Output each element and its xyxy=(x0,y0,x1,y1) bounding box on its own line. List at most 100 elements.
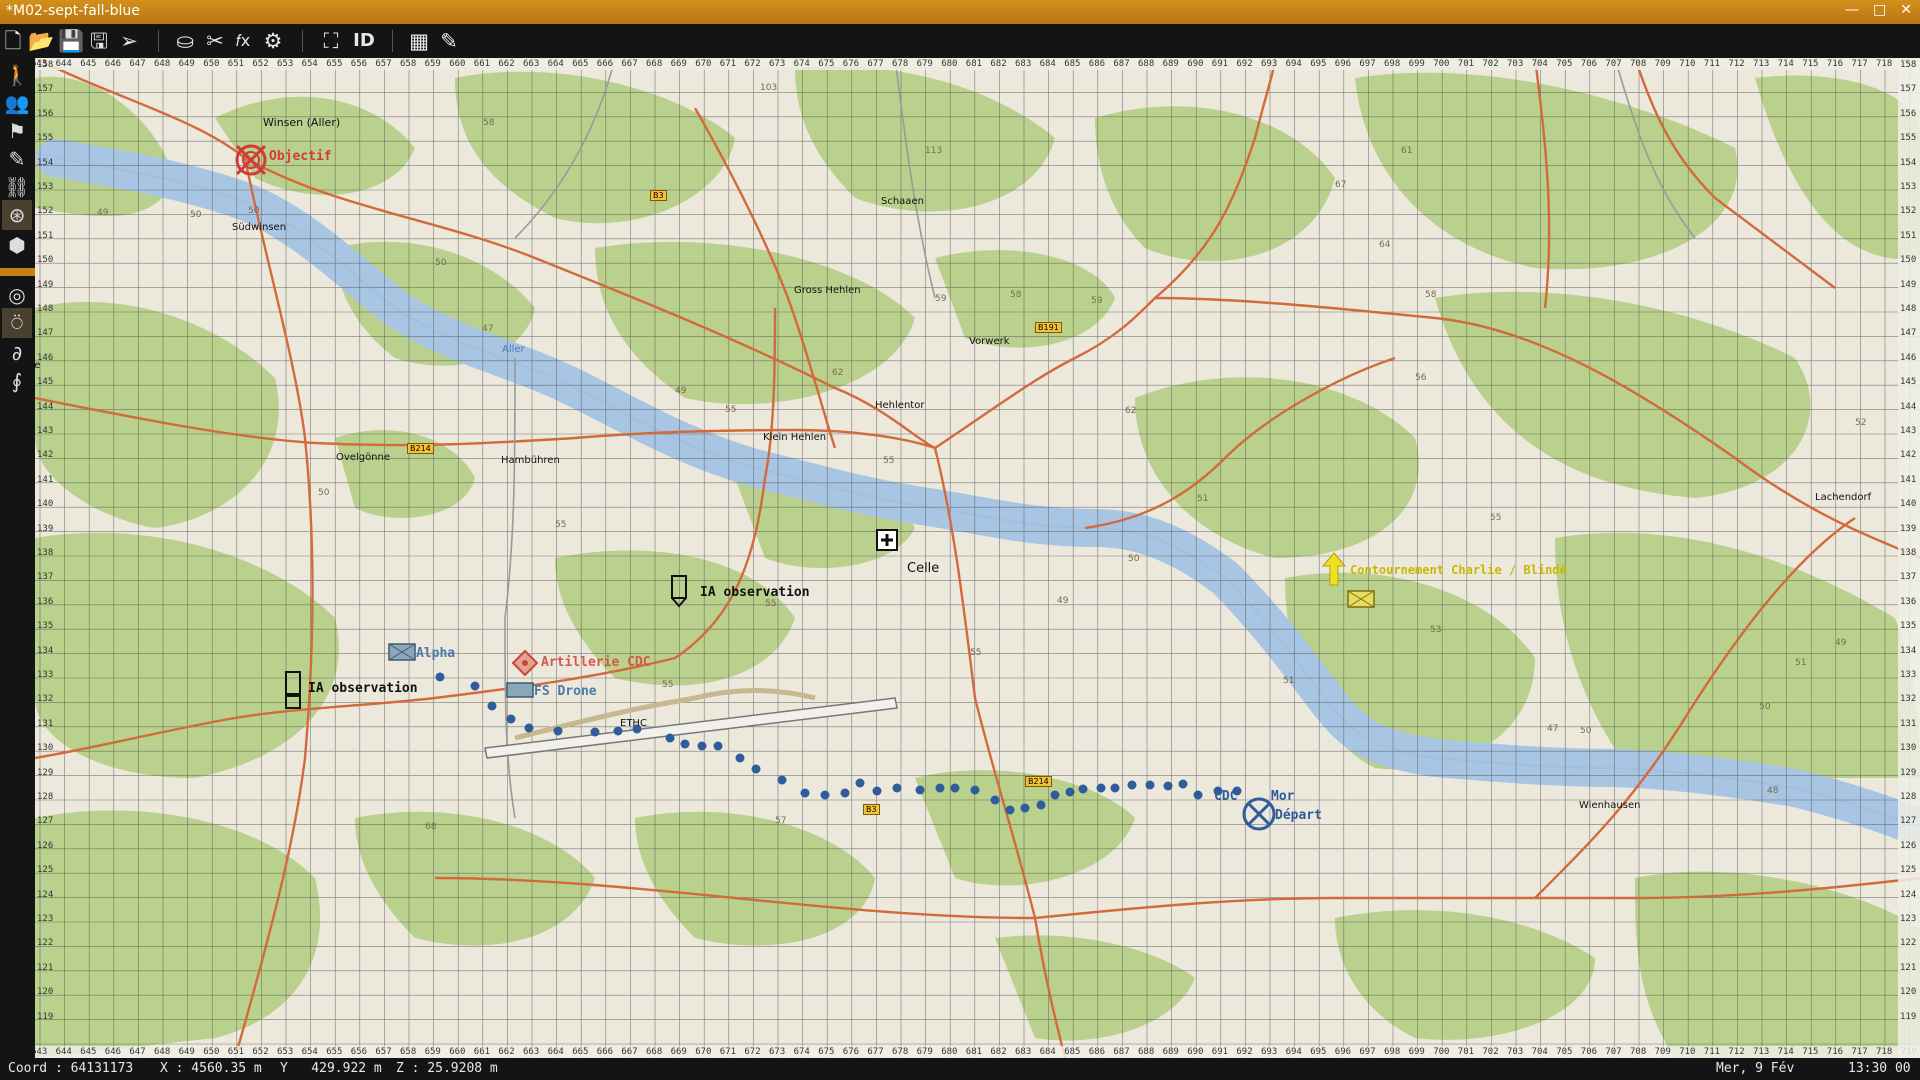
route-waypoint-dot[interactable] xyxy=(590,727,600,737)
objective-marker-icon[interactable] xyxy=(231,140,271,180)
route-waypoint-dot[interactable] xyxy=(872,786,882,796)
armor-unit-marker-icon[interactable] xyxy=(1347,590,1375,608)
route-waypoint-dot[interactable] xyxy=(1145,780,1155,790)
grid-label-right: 145 xyxy=(1900,377,1917,388)
functions-icon[interactable]: 𝑓x xyxy=(230,28,256,54)
grid-label-bottom: 692 xyxy=(1236,1047,1253,1057)
objective-marker-label[interactable]: Objectif xyxy=(269,149,332,164)
route-waypoint-dot[interactable] xyxy=(990,795,1000,805)
depart-marker-label[interactable]: Départ xyxy=(1275,808,1322,823)
route-waypoint-dot[interactable] xyxy=(915,785,925,795)
route-waypoint-dot[interactable] xyxy=(800,788,810,798)
grid-label-left: 131 xyxy=(37,718,53,729)
route-waypoint-dot[interactable] xyxy=(697,741,707,751)
fs-drone-marker-icon[interactable] xyxy=(506,682,534,698)
new-icon[interactable]: 🗋 xyxy=(0,28,26,54)
close-button[interactable]: ✕ xyxy=(1900,2,1912,18)
route-waypoint-dot[interactable] xyxy=(665,733,675,743)
route-waypoint-dot[interactable] xyxy=(1036,800,1046,810)
waypoints-icon[interactable]: ⚑ xyxy=(2,116,32,146)
grid-label-bottom: 660 xyxy=(449,1047,466,1057)
route-waypoint-dot[interactable] xyxy=(735,753,745,763)
route-waypoint-dot[interactable] xyxy=(820,790,830,800)
sync-icon[interactable]: ✎ xyxy=(2,144,32,174)
maximize-button[interactable]: □ xyxy=(1873,2,1886,18)
alpha-unit-label[interactable]: Alpha xyxy=(416,646,455,661)
triggers-icon[interactable]: ⊛ xyxy=(2,200,32,230)
grid-label-bottom: 679 xyxy=(916,1047,933,1057)
route-waypoint-dot[interactable] xyxy=(1078,784,1088,794)
links-icon[interactable]: ⛓ xyxy=(2,172,32,202)
route-waypoint-dot[interactable] xyxy=(435,672,445,682)
grid-label-bottom: 673 xyxy=(769,1047,786,1057)
ia-observation-label-north[interactable]: IA observation xyxy=(700,585,810,600)
grid-label-top: 649 xyxy=(178,59,195,69)
markers-icon[interactable]: ◎ xyxy=(2,280,32,310)
artillery-marker-label[interactable]: Artillerie CDC xyxy=(541,655,651,670)
export-icon[interactable]: ➢ xyxy=(116,28,142,54)
grid-label-top: 677 xyxy=(867,59,884,69)
preview-icon[interactable]: ⛀ xyxy=(172,28,198,54)
elevation-label: 48 xyxy=(1767,786,1779,796)
units-icon[interactable]: 🚶 xyxy=(2,60,32,90)
route-waypoint-dot[interactable] xyxy=(487,701,497,711)
route-waypoint-dot[interactable] xyxy=(524,723,534,733)
settings-icon[interactable]: ⚙ xyxy=(260,28,286,54)
yellow-arrow-marker-icon[interactable] xyxy=(1322,552,1346,586)
elevation-label: 62 xyxy=(832,368,844,378)
save-icon[interactable]: 💾 xyxy=(58,28,84,54)
route-waypoint-dot[interactable] xyxy=(751,764,761,774)
grid-label-left: 135 xyxy=(37,621,53,632)
grid-label-bottom: 651 xyxy=(227,1047,245,1057)
minimize-button[interactable]: — xyxy=(1845,2,1859,18)
artillery-marker-icon[interactable] xyxy=(512,650,538,676)
contournement-marker-label[interactable]: Contournement Charlie / Blindé xyxy=(1350,563,1567,577)
route-waypoint-dot[interactable] xyxy=(970,785,980,795)
modules-icon[interactable]: ⬢ xyxy=(2,230,32,260)
map-canvas[interactable]: Winsen (Aller) Südwinsen Schaaen Gross H… xyxy=(35,58,1920,1058)
marker-line-icon[interactable]: ∂ xyxy=(2,338,32,368)
layout-icon[interactable]: ▦ xyxy=(406,28,432,54)
id-toggle-button[interactable]: ID xyxy=(348,28,380,54)
cdc-marker-label[interactable]: CDC xyxy=(1214,789,1237,804)
ia-observation-marker-icon[interactable] xyxy=(668,574,692,610)
groups-icon[interactable]: 👥 xyxy=(2,88,32,118)
map-tools-icon[interactable]: ✎ xyxy=(436,28,462,54)
save-as-icon[interactable]: 🖫 xyxy=(86,28,112,54)
route-waypoint-dot[interactable] xyxy=(680,739,690,749)
route-waypoint-dot[interactable] xyxy=(470,681,480,691)
route-waypoint-dot[interactable] xyxy=(1065,787,1075,797)
grid-label-top: 699 xyxy=(1408,59,1425,69)
route-waypoint-dot[interactable] xyxy=(1096,783,1106,793)
route-waypoint-dot[interactable] xyxy=(1020,803,1030,813)
route-waypoint-dot[interactable] xyxy=(1110,783,1120,793)
route-waypoint-dot[interactable] xyxy=(553,726,563,736)
alpha-unit-marker-icon[interactable] xyxy=(388,643,416,661)
route-waypoint-dot[interactable] xyxy=(1193,790,1203,800)
route-waypoint-dot[interactable] xyxy=(840,788,850,798)
elevation-label: 51 xyxy=(1283,676,1295,686)
route-waypoint-dot[interactable] xyxy=(855,778,865,788)
route-waypoint-dot[interactable] xyxy=(950,783,960,793)
ia-observation-marker-icon[interactable] xyxy=(283,670,305,710)
route-waypoint-dot[interactable] xyxy=(1178,779,1188,789)
mor-marker-label[interactable]: Mor xyxy=(1271,789,1294,804)
route-waypoint-dot[interactable] xyxy=(713,741,723,751)
grid-label-bottom: 688 xyxy=(1138,1047,1155,1057)
grid-toggle-icon[interactable]: ⛶ xyxy=(318,28,344,54)
route-waypoint-dot[interactable] xyxy=(1005,805,1015,815)
route-waypoint-dot[interactable] xyxy=(892,783,902,793)
ia-observation-label-west[interactable]: IA observation xyxy=(308,681,418,696)
marker-area-icon[interactable]: ⍥ xyxy=(2,308,32,338)
marker-rect-icon[interactable]: ∮ xyxy=(2,366,32,396)
open-icon[interactable]: 📂 xyxy=(28,28,54,54)
route-waypoint-dot[interactable] xyxy=(1127,780,1137,790)
tools-icon[interactable]: ✂ xyxy=(202,28,228,54)
route-waypoint-dot[interactable] xyxy=(1050,790,1060,800)
route-waypoint-dot[interactable] xyxy=(777,775,787,785)
route-waypoint-dot[interactable] xyxy=(506,714,516,724)
route-waypoint-dot[interactable] xyxy=(935,783,945,793)
grid-ruler-left: 158 157 156 155 154 153 152 151 150 149 148 147 146 1… xyxy=(35,58,53,1058)
route-waypoint-dot[interactable] xyxy=(1163,781,1173,791)
fs-drone-marker-label[interactable]: FS Drone xyxy=(534,684,597,699)
